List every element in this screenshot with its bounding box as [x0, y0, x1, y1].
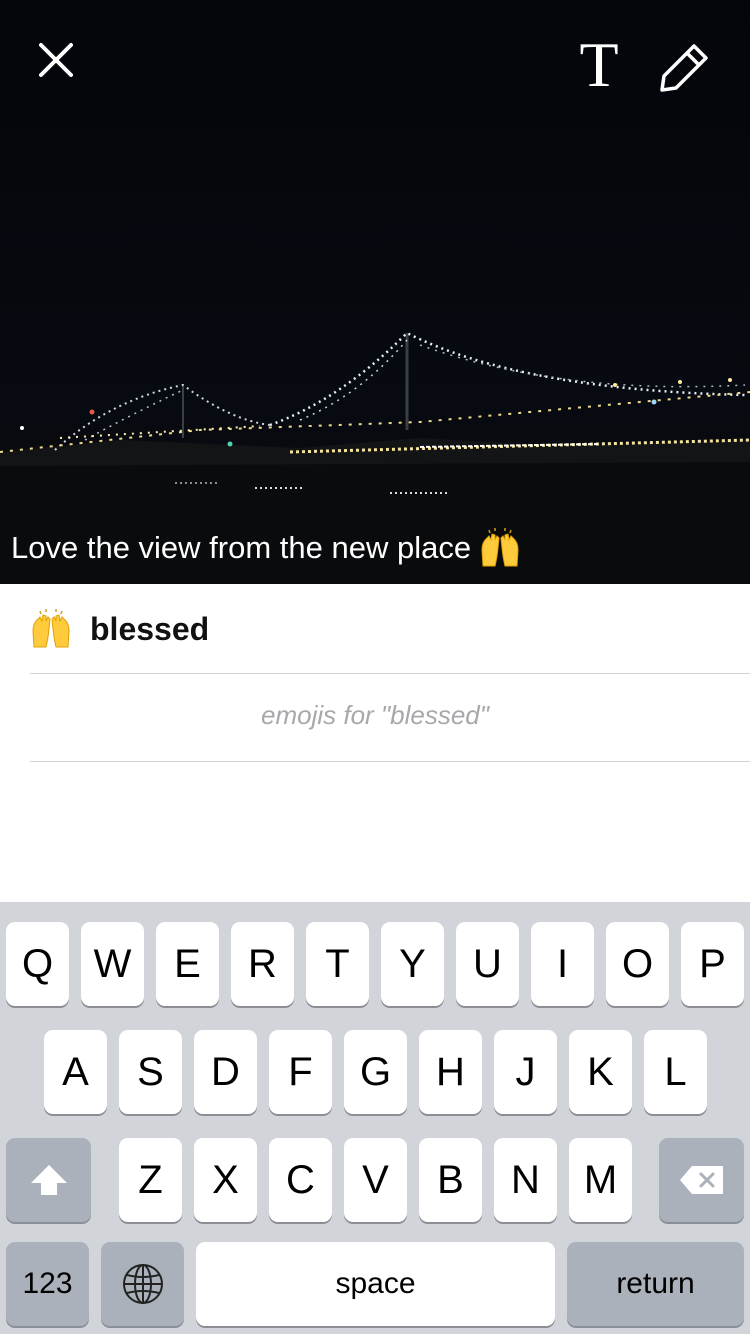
return-key[interactable]: return [567, 1242, 744, 1326]
key-l[interactable]: L [644, 1030, 707, 1114]
globe-icon [122, 1264, 163, 1304]
divider [30, 673, 750, 674]
key-m[interactable]: M [569, 1138, 632, 1222]
key-v[interactable]: V [344, 1138, 407, 1222]
key-q[interactable]: Q [6, 922, 69, 1006]
key-z[interactable]: Z [119, 1138, 182, 1222]
raising-hands-emoji-icon [32, 609, 70, 648]
divider [30, 761, 750, 762]
key-h[interactable]: H [419, 1030, 482, 1114]
draw-tool-button[interactable] [652, 36, 716, 100]
delete-key[interactable] [659, 1138, 744, 1222]
photo-canvas: T Love the view from the new place [0, 0, 750, 584]
numbers-key[interactable]: 123 [6, 1242, 89, 1326]
shift-key[interactable] [6, 1138, 91, 1222]
pencil-icon [660, 44, 708, 92]
caption-text: Love the view from the new place [11, 530, 472, 565]
key-x[interactable]: X [194, 1138, 257, 1222]
key-f[interactable]: F [269, 1030, 332, 1114]
key-t[interactable]: T [306, 922, 369, 1006]
key-r[interactable]: R [231, 922, 294, 1006]
shift-arrow-icon [30, 1165, 67, 1195]
key-b[interactable]: B [419, 1138, 482, 1222]
key-o[interactable]: O [606, 922, 669, 1006]
key-y[interactable]: Y [381, 922, 444, 1006]
caption-overlay[interactable]: Love the view from the new place [11, 528, 521, 568]
close-button[interactable] [28, 32, 84, 88]
key-e[interactable]: E [156, 922, 219, 1006]
key-a[interactable]: A [44, 1030, 107, 1114]
key-c[interactable]: C [269, 1138, 332, 1222]
key-j[interactable]: J [494, 1030, 557, 1114]
emoji-suggestion-item[interactable]: blessed [30, 604, 209, 654]
key-s[interactable]: S [119, 1030, 182, 1114]
key-g[interactable]: G [344, 1030, 407, 1114]
space-key[interactable]: space [196, 1242, 555, 1326]
key-i[interactable]: I [531, 922, 594, 1006]
text-tool-label: T [579, 29, 619, 100]
suggestion-label: blessed [90, 610, 210, 647]
key-d[interactable]: D [194, 1030, 257, 1114]
text-tool-button[interactable]: T [568, 30, 630, 100]
key-p[interactable]: P [681, 922, 744, 1006]
keyboard: Q W E R T Y U I O P A S D F G H J K L Z … [0, 902, 750, 1334]
night-bridge-photo [0, 0, 750, 584]
backspace-icon [679, 1166, 723, 1194]
suggestion-hint: emojis for "blessed" [261, 700, 489, 730]
key-w[interactable]: W [81, 922, 144, 1006]
key-n[interactable]: N [494, 1138, 557, 1222]
globe-key[interactable] [101, 1242, 184, 1326]
raising-hands-emoji-icon [481, 528, 519, 567]
key-u[interactable]: U [456, 922, 519, 1006]
key-k[interactable]: K [569, 1030, 632, 1114]
close-icon [39, 43, 73, 77]
